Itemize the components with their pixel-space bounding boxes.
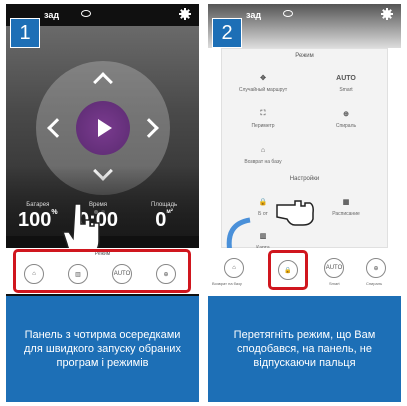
lock-icon[interactable]: 🔒	[278, 260, 298, 280]
home-icon[interactable]: ⌂	[24, 264, 44, 284]
gear-icon[interactable]	[381, 8, 393, 20]
battery-stat: Батарея 100%	[18, 202, 58, 231]
auto-icon: AUTO	[336, 74, 356, 82]
target-icon: ⊕	[343, 111, 349, 118]
target-icon[interactable]: ⊕	[366, 258, 386, 278]
perimeter-icon: ⛶	[260, 110, 266, 117]
menu-item-perimeter[interactable]: ⛶ Периметр	[222, 97, 304, 131]
panel-step-2: 2 зад Режим ✥ Случайный маршрут AUTO Smart…	[208, 4, 401, 402]
eye-icon[interactable]	[283, 10, 293, 17]
bar-label-spiral: Спираль	[366, 281, 383, 286]
play-button[interactable]	[76, 101, 130, 155]
arrow-right-icon[interactable]	[139, 118, 159, 138]
stats-row: Батарея 100% Время 0:00 Площадь 0м²	[6, 202, 199, 242]
arrow-down-icon[interactable]	[93, 161, 113, 181]
back-link[interactable]: зад	[44, 10, 59, 20]
move-icon: ✥	[260, 75, 266, 82]
step-number-badge: 2	[212, 18, 242, 48]
menu-item-schedule[interactable]: ▦ Расписание	[305, 185, 387, 219]
spiral-grid-icon[interactable]: ▥	[68, 264, 88, 284]
home-icon: ⌂	[260, 146, 266, 154]
menu-item-return-base[interactable]: ⌂ Возврат на базу	[222, 133, 304, 167]
menu-item-spiral[interactable]: ⊕ Спираль	[305, 97, 387, 131]
auto-mode-button[interactable]: AUTO	[112, 264, 132, 284]
target-icon[interactable]: ⊕	[156, 264, 176, 284]
area-stat: Площадь 0м²	[151, 202, 178, 231]
panel-step-1: 1 зад Батарея 100% Время 0:00 Площадь 0м…	[6, 4, 199, 402]
caption-box: Перетягніть режим, що Вам сподобався, на…	[208, 296, 401, 402]
lock-icon: 🔒	[258, 199, 268, 206]
bar-label-home: Возврат на базу	[212, 281, 242, 286]
calendar-icon: ▦	[342, 199, 350, 206]
menu-item-smart[interactable]: AUTO Smart	[305, 61, 387, 95]
menu-item-random[interactable]: ✥ Случайный маршрут	[222, 61, 304, 95]
step-number-badge: 1	[10, 18, 40, 48]
quick-mode-bar: ⌂ 🔒 AUTO ⊕ Возврат на базу Smart Спираль	[208, 248, 401, 294]
mode-section-title: Режим	[295, 53, 314, 59]
quick-mode-bar: Режим ⌂ ▥ AUTO ⊕	[6, 248, 199, 294]
arrow-left-icon[interactable]	[47, 118, 67, 138]
pointing-hand-icon	[276, 200, 314, 226]
back-link[interactable]: зад	[246, 10, 261, 20]
home-icon[interactable]: ⌂	[224, 258, 244, 278]
direction-pad[interactable]	[36, 61, 170, 195]
bar-label-smart: Smart	[329, 281, 340, 286]
arrow-up-icon[interactable]	[93, 72, 113, 92]
gear-icon[interactable]	[179, 8, 191, 20]
caption-box: Панель з чотирма осередками для швидкого…	[6, 296, 199, 402]
auto-mode-button[interactable]: AUTO	[324, 258, 344, 278]
eye-icon[interactable]	[81, 10, 91, 17]
settings-section-title: Настройки	[289, 176, 320, 182]
